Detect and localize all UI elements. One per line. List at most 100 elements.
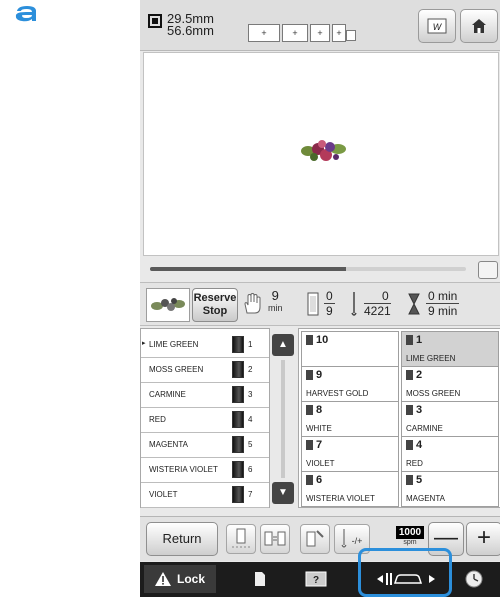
scroll-down-button[interactable]: ▼ xyxy=(272,482,294,504)
flower-design-icon xyxy=(301,140,346,161)
color-count: 0 9 xyxy=(324,289,335,318)
frame-size-5 xyxy=(346,30,356,41)
spool-icon xyxy=(406,405,413,415)
thread-list-row[interactable]: WISTERIA VIOLET 6 xyxy=(141,456,269,483)
needle-bar-cell[interactable]: 9 HARVEST GOLD xyxy=(301,366,399,402)
thread-spool-button[interactable] xyxy=(226,524,256,554)
spool-swap-button[interactable] xyxy=(260,524,290,554)
sewing-time-total: 9 min xyxy=(428,304,458,318)
needle-bar-cell[interactable]: 1 LIME GREEN xyxy=(401,331,499,367)
thread-spool-icon xyxy=(232,361,244,378)
lock-button[interactable]: Lock xyxy=(144,565,216,593)
thread-list-row[interactable]: RED 4 xyxy=(141,406,269,433)
needle-bar-cell[interactable]: 6 WISTERIA VIOLET xyxy=(301,471,399,507)
reserve-label: Reserve xyxy=(193,292,237,304)
color-change-grid: 10 9 HARVEST GOLD 8 WHITE 7 VIOLET 6 WISTERIA VI… xyxy=(298,328,500,508)
mirror-w-icon: W xyxy=(427,18,447,34)
speed-value: 1000 xyxy=(396,526,424,539)
thread-name: RED xyxy=(149,415,166,424)
spool-number: 1 xyxy=(248,340,253,349)
needle-bar-cell[interactable]: 8 WHITE xyxy=(301,401,399,437)
spool-icon xyxy=(306,440,313,450)
needle-number: 8 xyxy=(316,404,323,416)
header-bar: 29.5mm 56.6mm + + + + W xyxy=(140,0,500,51)
thread-spool-icon xyxy=(307,292,319,316)
spool-icon xyxy=(406,440,413,450)
needle-bar-cell[interactable]: 7 VIOLET xyxy=(301,436,399,472)
return-button[interactable]: Return xyxy=(146,522,218,556)
thread-spool-icon xyxy=(232,461,244,478)
lock-label: Lock xyxy=(176,572,205,586)
clock-icon xyxy=(465,570,483,588)
spool-start-icon xyxy=(232,528,250,548)
spool-settings-button[interactable] xyxy=(300,524,330,554)
highlighted-presser-foot-callout xyxy=(358,548,452,597)
mirror-button[interactable]: W xyxy=(418,9,456,43)
needle-bar-cell[interactable]: 3 CARMINE xyxy=(401,401,499,437)
scroll-up-button[interactable]: ▲ xyxy=(272,334,294,356)
home-button[interactable] xyxy=(460,9,498,43)
needle-bar-cell[interactable]: 4 RED xyxy=(401,436,499,472)
thread-color-name: VIOLET xyxy=(306,459,335,468)
thread-color-name: CARMINE xyxy=(406,424,443,433)
clock-button[interactable] xyxy=(454,565,494,593)
spool-number: 7 xyxy=(248,490,253,499)
needle-bar-cell[interactable]: 10 xyxy=(301,331,399,367)
thread-color-name: MOSS GREEN xyxy=(406,389,461,398)
thread-list-row[interactable]: MOSS GREEN 2 xyxy=(141,356,269,383)
thread-list-row[interactable]: VIOLET 7 xyxy=(141,481,269,508)
frame-size-3: + xyxy=(310,24,330,42)
home-icon xyxy=(472,19,486,33)
flower-thumbnail-icon xyxy=(151,298,185,311)
document-button[interactable] xyxy=(240,565,280,593)
thread-color-name: MAGENTA xyxy=(406,494,445,503)
thread-name: VIOLET xyxy=(149,490,178,499)
stop-label: Stop xyxy=(202,305,228,317)
hand-stop-icon xyxy=(244,293,261,314)
thread-list-row[interactable]: ▸ LIME GREEN 1 xyxy=(141,331,269,358)
thread-list-row[interactable]: CARMINE 3 xyxy=(141,381,269,408)
sewing-time-current: 0 min xyxy=(426,289,460,304)
spool-icon xyxy=(306,405,313,415)
needle-number: 3 xyxy=(416,404,423,416)
needle-number: 1 xyxy=(416,334,423,346)
reserve-stop-button[interactable]: Reserve Stop xyxy=(192,288,238,322)
plus-label: + xyxy=(476,524,491,551)
embroidery-size-icon xyxy=(148,14,162,28)
spool-number: 2 xyxy=(248,365,253,374)
spool-number: 4 xyxy=(248,415,253,424)
current-thread-arrow-icon: ▸ xyxy=(142,340,146,347)
thread-list-scrollbar[interactable]: ▲ ▼ xyxy=(272,334,296,504)
needle-number: 10 xyxy=(316,334,329,346)
needle-number: 6 xyxy=(316,474,323,486)
svg-text:-/+: -/+ xyxy=(352,536,363,546)
design-preview-area[interactable] xyxy=(143,52,499,256)
minus-label: — xyxy=(434,524,458,551)
frame-size-4: + xyxy=(332,24,346,42)
scroll-track[interactable] xyxy=(281,360,285,478)
help-button[interactable]: ? xyxy=(296,565,336,593)
thread-color-name: LIME GREEN xyxy=(406,354,456,363)
progress-side-button[interactable] xyxy=(478,261,498,279)
design-thumbnail xyxy=(146,288,190,322)
speed-increase-button[interactable]: + xyxy=(466,522,500,556)
thread-list-row[interactable]: MAGENTA 5 xyxy=(141,431,269,458)
thread-color-list: ▸ LIME GREEN 1 MOSS GREEN 2 CARMINE 3 RED 4 MAGEN… xyxy=(140,328,270,508)
thread-color-name: HARVEST GOLD xyxy=(306,389,369,398)
thread-color-name: RED xyxy=(406,459,423,468)
needle-icon xyxy=(351,292,357,316)
needle-bar-cell[interactable]: 5 MAGENTA xyxy=(401,471,499,507)
thread-spool-icon xyxy=(232,436,244,453)
progress-track xyxy=(150,267,466,271)
needle-bar-cell[interactable]: 2 MOSS GREEN xyxy=(401,366,499,402)
spool-icon xyxy=(406,370,413,380)
document-icon xyxy=(255,572,265,586)
thread-spool-icon xyxy=(232,486,244,503)
machine-screen: 29.5mm 56.6mm + + + + W Reserve Stop 9 m… xyxy=(140,0,500,597)
speed-unit: spm xyxy=(403,539,417,546)
stitch-count-current: 0 xyxy=(364,289,391,304)
spool-icon xyxy=(306,335,313,345)
stitch-count-total: 4221 xyxy=(364,304,391,318)
stitch-count: 0 4221 xyxy=(364,289,391,318)
spool-icon xyxy=(306,475,313,485)
